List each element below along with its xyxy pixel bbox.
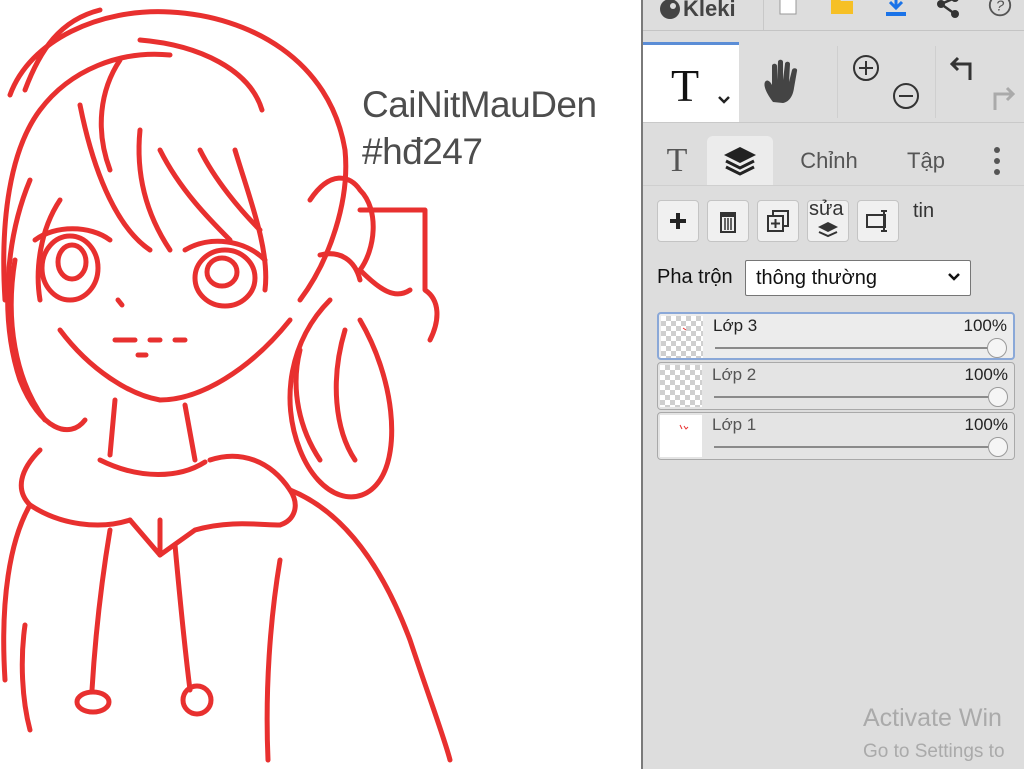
- layer-opacity: 100%: [964, 415, 1008, 434]
- layer-name: Lớp 1: [712, 415, 757, 434]
- opacity-slider-track[interactable]: [714, 446, 998, 448]
- duplicate-icon: [767, 210, 789, 232]
- blend-mode-select[interactable]: thông thường: [745, 260, 971, 296]
- layer-item[interactable]: Lớp 3 100%: [657, 312, 1015, 360]
- download-icon[interactable]: [883, 0, 909, 20]
- layer-opacity: 100%: [964, 365, 1008, 384]
- blend-mode-value: thông thường: [756, 266, 878, 289]
- extra-button-label: tin: [913, 200, 935, 222]
- layers-icon: [724, 147, 756, 176]
- opacity-slider-handle[interactable]: [988, 437, 1008, 457]
- redo-icon[interactable]: [985, 84, 1017, 114]
- tab-layers[interactable]: [707, 136, 773, 186]
- plus-icon: [670, 213, 686, 229]
- undo-icon[interactable]: [948, 54, 978, 84]
- layer-name: Lớp 3: [713, 316, 758, 335]
- share-icon[interactable]: [935, 0, 961, 20]
- hand-tool-icon[interactable]: [761, 58, 805, 104]
- app-logo[interactable]: Kleki: [659, 0, 736, 24]
- layer-item[interactable]: Lớp 2 100%: [657, 362, 1015, 410]
- tool-separator: [837, 46, 838, 118]
- layer-thumbnail: [660, 415, 702, 457]
- opacity-slider-handle[interactable]: [988, 387, 1008, 407]
- add-layer-button[interactable]: [657, 200, 699, 242]
- layers-panel: sửa tin Pha trộn thông thường Lớp 3 100%…: [643, 186, 1024, 769]
- layer-thumbnail: [660, 365, 702, 407]
- zoom-in-icon[interactable]: [852, 54, 880, 82]
- layer-opacity: 100%: [963, 316, 1007, 335]
- zoom-out-icon[interactable]: [892, 82, 920, 110]
- top-toolbar: Kleki ?: [643, 0, 1024, 31]
- tool-separator: [935, 46, 936, 118]
- blend-mode-label: Pha trộn: [657, 266, 733, 288]
- tab-edit[interactable]: Chỉnh: [791, 136, 867, 186]
- logo-icon: [660, 0, 680, 19]
- tab-text[interactable]: T: [657, 136, 697, 186]
- new-document-icon[interactable]: [775, 0, 801, 20]
- duplicate-layer-button[interactable]: [757, 200, 799, 242]
- opacity-slider-handle[interactable]: [987, 338, 1007, 358]
- chevron-down-icon[interactable]: [717, 95, 731, 105]
- app-name: Kleki: [683, 0, 736, 21]
- layer-thumbnail: [661, 316, 703, 358]
- svg-text:?: ?: [996, 0, 1005, 15]
- delete-layer-button[interactable]: [707, 200, 749, 242]
- windows-activation-hint: Go to Settings to: [863, 741, 1005, 762]
- text-tool-icon: T: [671, 60, 700, 111]
- trash-icon: [720, 212, 736, 233]
- tab-file[interactable]: Tập: [893, 136, 959, 186]
- windows-activation-watermark: Activate Win: [863, 704, 1002, 732]
- tab-more[interactable]: [985, 136, 1009, 186]
- rename-icon: [866, 210, 887, 232]
- opacity-slider-track[interactable]: [714, 396, 998, 398]
- chevron-down-icon: [948, 273, 960, 281]
- panel-tabs: T Chỉnh Tập: [643, 124, 1024, 186]
- merge-button-label: sửa: [809, 198, 844, 220]
- layer-name: Lớp 2: [712, 365, 757, 384]
- tool-row: T: [643, 40, 1024, 123]
- layer-item[interactable]: Lớp 1 100%: [657, 412, 1015, 460]
- canvas-text-tag: #hđ247: [362, 131, 483, 172]
- side-panel: Kleki ? T T Chỉnh Tập sửa tin Pha trộn t…: [643, 0, 1024, 769]
- rename-layer-button[interactable]: [857, 200, 899, 242]
- drawing-canvas[interactable]: CaiNitMauDen #hđ247: [0, 0, 641, 769]
- open-folder-icon[interactable]: [829, 0, 855, 20]
- toolbar-separator: [763, 0, 764, 30]
- help-icon[interactable]: ?: [987, 0, 1013, 20]
- text-tool-button[interactable]: T: [643, 42, 739, 122]
- canvas-text-name: CaiNitMauDen: [362, 84, 597, 125]
- opacity-slider-track[interactable]: [715, 347, 997, 349]
- more-vertical-icon: [994, 147, 1000, 175]
